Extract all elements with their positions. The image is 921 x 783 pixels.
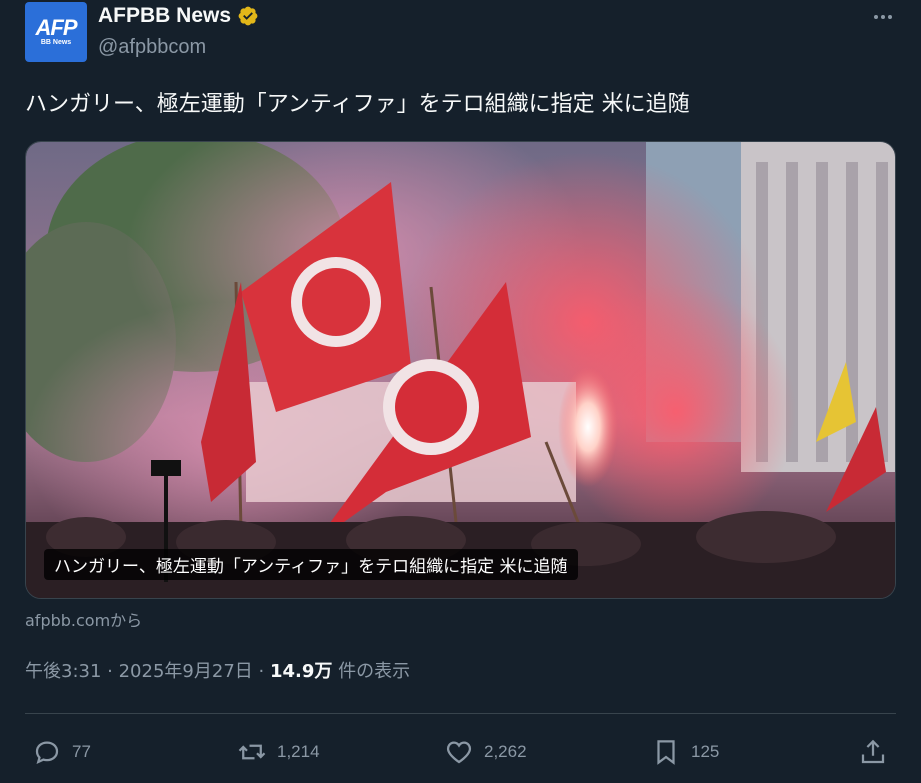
views-label: 件の表示 [338, 661, 411, 682]
share-icon [861, 739, 885, 764]
author-name-row: AFPBB News [98, 4, 259, 28]
tweet-text: ハンガリー、極左運動「アンティファ」をテロ組織に指定 米に追随 [25, 92, 690, 117]
tweet-time[interactable]: 午後3:31 [25, 661, 101, 682]
divider [25, 713, 896, 714]
link-source[interactable]: afpbb.comから [25, 607, 142, 631]
share-button[interactable] [858, 730, 898, 774]
verified-badge-icon [238, 6, 258, 26]
reply-count: 77 [72, 742, 91, 761]
like-button[interactable]: 2,262 [444, 730, 527, 774]
bookmark-icon [657, 740, 675, 765]
bookmark-button[interactable]: 125 [651, 730, 719, 774]
meta-separator: · [258, 661, 270, 682]
bookmark-count: 125 [691, 742, 720, 761]
like-count: 2,262 [484, 742, 527, 761]
heart-icon [446, 741, 472, 764]
protest-photo [26, 142, 895, 598]
repost-icon [238, 744, 266, 760]
tweet: AFP BB News AFPBB News @afpbbcom ハンガリー、極… [0, 0, 921, 783]
reply-icon [35, 741, 59, 765]
action-bar: 77 1,214 2,262 125 [0, 730, 921, 774]
tweet-date[interactable]: 2025年9月27日 [119, 661, 253, 682]
avatar[interactable]: AFP BB News [25, 2, 87, 62]
reply-button[interactable]: 77 [32, 730, 91, 774]
author-handle[interactable]: @afpbbcom [98, 36, 206, 59]
repost-count: 1,214 [277, 742, 320, 761]
tweet-meta: 午後3:31 · 2025年9月27日 · 14.9万 件の表示 [25, 657, 410, 683]
media-card[interactable]: ハンガリー、極左運動「アンティファ」をテロ組織に指定 米に追随 [25, 141, 896, 599]
author-display-name[interactable]: AFPBB News [98, 4, 231, 28]
more-options-button[interactable] [868, 2, 898, 32]
media-caption: ハンガリー、極左運動「アンティファ」をテロ組織に指定 米に追随 [44, 549, 578, 580]
meta-separator: · [107, 661, 119, 682]
avatar-logo-subtext: BB News [40, 39, 72, 46]
avatar-logo-text: AFP [35, 15, 78, 40]
more-icon [874, 15, 892, 19]
repost-button[interactable]: 1,214 [237, 730, 320, 774]
views-count: 14.9万 [269, 661, 333, 682]
